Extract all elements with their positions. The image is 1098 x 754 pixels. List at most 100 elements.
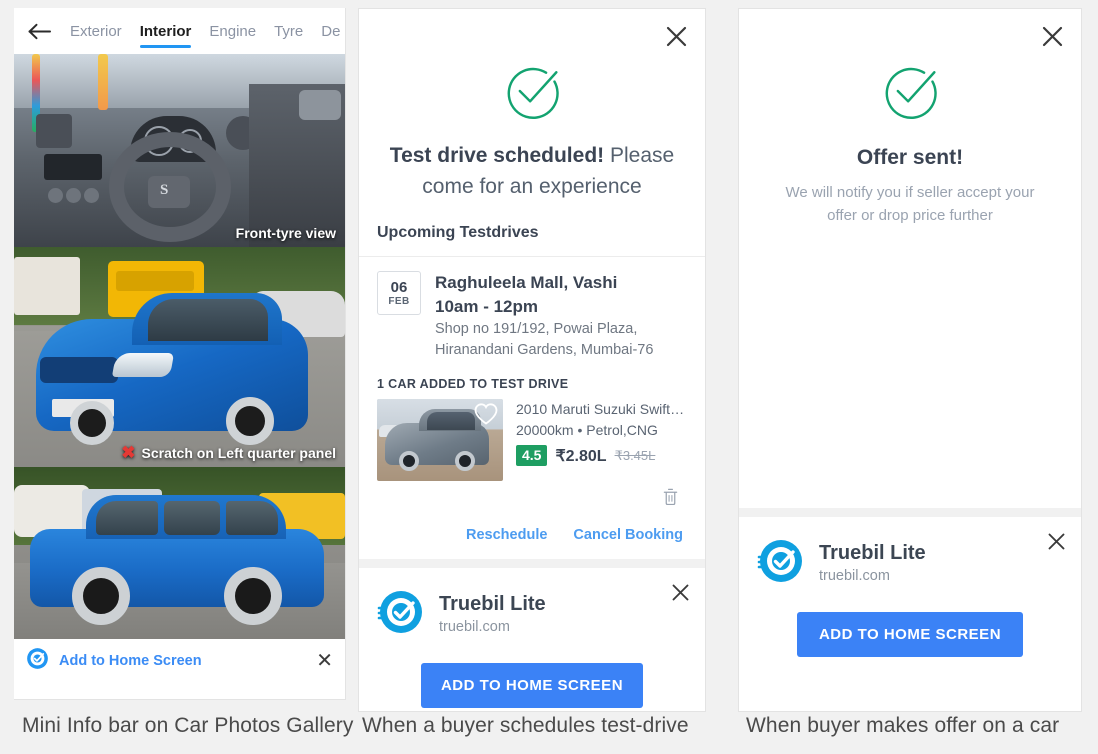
car-stereo-shape <box>44 154 102 180</box>
gallery-photo-interior[interactable]: S Front-tyre view <box>14 54 345 247</box>
windshield-glass-shape <box>148 299 268 341</box>
front-wheel-shape <box>72 567 130 625</box>
testdrive-caption: When a buyer schedules test-drive <box>362 714 689 737</box>
booking-venue: Raghuleela Mall, Vashi <box>435 273 618 292</box>
car-old-price: ₹3.45L <box>614 447 656 463</box>
tab-label: Exterior <box>70 22 122 40</box>
heart-icon[interactable] <box>473 402 499 431</box>
air-vent-left-shape <box>36 114 72 148</box>
close-icon[interactable]: ✕ <box>316 651 333 671</box>
banner-action-wrap: ADD TO HOME SCREEN <box>757 590 1063 657</box>
testdrive-dialog: Test drive scheduled! Please come for an… <box>358 8 706 712</box>
close-icon[interactable] <box>672 584 689 606</box>
suzuki-logo-icon: S <box>160 182 169 198</box>
close-icon[interactable] <box>661 21 691 51</box>
middle-window-shape <box>164 501 220 535</box>
banner-header: Truebil Lite truebil.com <box>377 588 687 641</box>
photo-caption: Front-tyre view <box>236 225 336 241</box>
gallery-tabbar: Exterior Interior Engine Tyre De <box>14 8 345 54</box>
upcoming-testdrives-title: Upcoming Testdrives <box>377 224 539 241</box>
banner-separator <box>359 559 705 568</box>
trash-icon[interactable] <box>662 487 679 511</box>
car-list-item[interactable]: 2010 Maruti Suzuki Swift XLI... 20000km … <box>359 399 705 481</box>
hanging-ornament-shape-2 <box>98 54 108 110</box>
tab-label: Interior <box>139 22 192 40</box>
booking-address-line-2: Hiranandani Gardens, Mumbai-76 <box>435 342 654 358</box>
screenshot-stage: Exterior Interior Engine Tyre De S Front… <box>0 0 1098 754</box>
rear-wheel-shape <box>226 397 274 445</box>
tab-label: Engine <box>209 22 257 40</box>
front-wheel-shape <box>399 451 419 471</box>
tab-tyre[interactable]: Tyre <box>265 8 312 54</box>
gallery-card: Exterior Interior Engine Tyre De S Front… <box>14 8 346 700</box>
offer-dialog: Offer sent! We will notify you if seller… <box>738 8 1082 712</box>
offer-subtext-line-1: We will notify you if seller accept your <box>785 184 1035 201</box>
offer-headline-text: Offer sent! <box>856 146 964 169</box>
defect-cross-icon: ✖ <box>121 443 136 462</box>
booking-date-badge: 06 FEB <box>377 271 421 315</box>
offer-caption: When buyer makes offer on a car <box>746 714 1060 737</box>
banner-action-wrap: ADD TO HOME SCREEN <box>377 641 687 708</box>
car-thumbnail[interactable] <box>377 399 503 481</box>
offer-subtext-line-2: offer or drop price further <box>827 207 993 224</box>
gallery-photo-side[interactable] <box>14 467 345 639</box>
booking-details: Raghuleela Mall, Vashi 10am - 12pm Shop … <box>435 271 653 361</box>
blue-car-body-shape <box>36 293 308 445</box>
car-title: 2010 Maruti Suzuki Swift XLI... <box>516 401 687 417</box>
close-icon[interactable] <box>1048 533 1065 555</box>
truebil-logo-icon <box>377 588 425 641</box>
front-wheel-shape <box>70 401 114 445</box>
truebil-logo-icon <box>757 537 805 590</box>
car-price-line: 4.5 ₹2.80L ₹3.45L <box>516 445 687 466</box>
add-to-home-screen-infobar[interactable]: Add to Home Screen ✕ <box>14 639 345 683</box>
steering-hub-shape <box>148 176 190 208</box>
rear-window-shape <box>226 501 278 535</box>
rating-badge: 4.5 <box>516 445 548 466</box>
add-to-home-screen-button[interactable]: ADD TO HOME SCREEN <box>421 663 643 708</box>
photo-caption-text: Front-tyre view <box>235 225 336 241</box>
tab-dents[interactable]: De <box>312 8 345 54</box>
cancel-booking-button[interactable]: Cancel Booking <box>573 527 683 543</box>
success-icon-wrap <box>359 9 705 126</box>
gallery-caption: Mini Info bar on Car Photos Gallery <box>22 714 354 737</box>
front-window-shape <box>96 501 158 535</box>
tab-engine[interactable]: Engine <box>200 8 265 54</box>
tab-exterior[interactable]: Exterior <box>61 8 131 54</box>
side-mirror-shape <box>299 90 341 120</box>
tab-label: De <box>321 22 341 40</box>
check-circle-icon <box>880 61 940 126</box>
add-to-home-screen-banner: Truebil Lite truebil.com ADD TO HOME SCR… <box>359 568 705 708</box>
cars-added-label: 1 CAR ADDED TO TEST DRIVE <box>377 377 569 391</box>
booking-row: 06 FEB Raghuleela Mall, Vashi 10am - 12p… <box>359 257 705 363</box>
back-arrow-icon[interactable] <box>25 16 55 46</box>
reschedule-button[interactable]: Reschedule <box>466 527 547 543</box>
rear-wheel-shape <box>455 451 475 471</box>
offer-headline: Offer sent! <box>739 126 1081 173</box>
car-glass-shape <box>427 412 475 430</box>
car-price: ₹2.80L <box>555 447 607 465</box>
tab-label: Tyre <box>274 22 304 40</box>
headline-strong: Test drive scheduled! <box>389 144 605 167</box>
rear-wheel-shape <box>224 567 282 625</box>
panel-car-photos-gallery: Exterior Interior Engine Tyre De S Front… <box>0 0 354 754</box>
add-to-home-screen-label: Add to Home Screen <box>59 653 202 669</box>
photo-caption: ✖ Scratch on Left quarter panel <box>121 444 336 461</box>
tab-interior[interactable]: Interior <box>131 8 201 54</box>
close-icon[interactable] <box>1037 21 1067 51</box>
banner-app-name: Truebil Lite <box>439 593 546 615</box>
banner-separator <box>739 508 1081 517</box>
headlamp-shape <box>111 353 175 377</box>
banner-text: Truebil Lite truebil.com <box>439 591 546 638</box>
gallery-photo-front-quarter[interactable]: ✖ Scratch on Left quarter panel <box>14 247 345 467</box>
delete-row <box>359 481 705 511</box>
booking-time: 10am - 12pm <box>435 297 538 316</box>
add-to-home-screen-button[interactable]: ADD TO HOME SCREEN <box>797 612 1023 657</box>
blue-car-side-shape <box>30 495 324 625</box>
panel-test-drive-scheduled: Test drive scheduled! Please come for an… <box>358 0 708 754</box>
booking-address-line-1: Shop no 191/192, Powai Plaza, <box>435 321 638 337</box>
banner-app-url: truebil.com <box>819 568 890 584</box>
truebil-logo-icon <box>26 647 49 675</box>
banner-app-name: Truebil Lite <box>819 542 926 564</box>
booking-month: FEB <box>388 295 410 307</box>
photo-caption-text: Scratch on Left quarter panel <box>141 444 336 461</box>
